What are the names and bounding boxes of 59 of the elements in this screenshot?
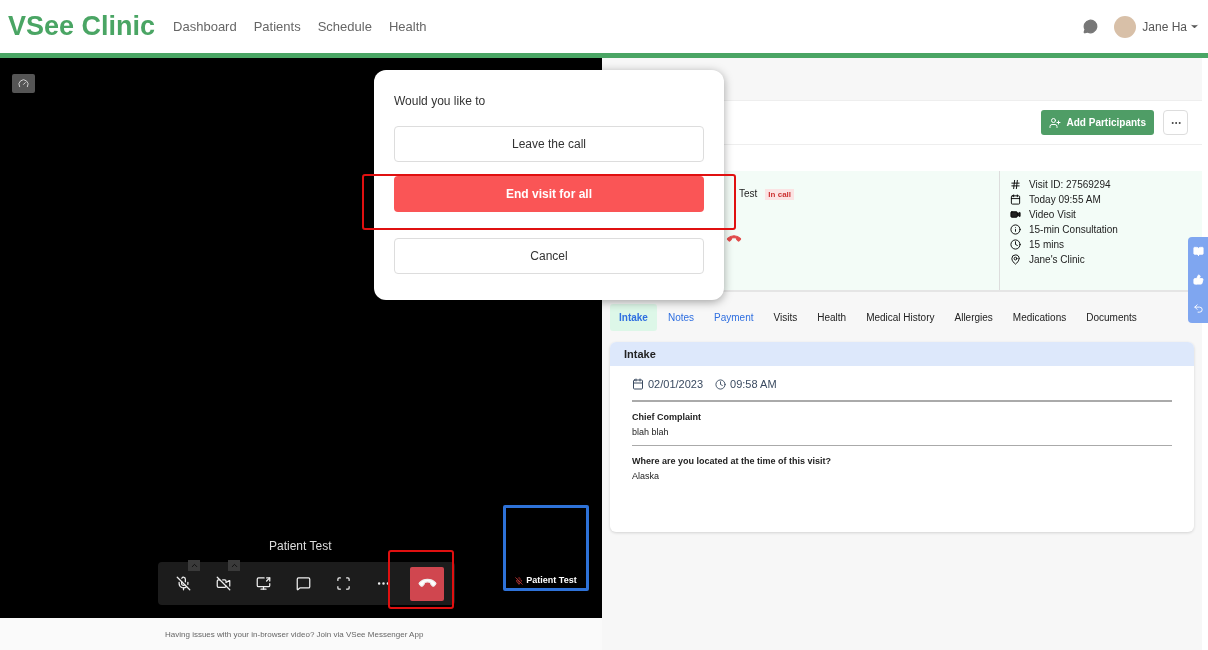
tab[interactable]: Notes bbox=[658, 303, 704, 331]
tab[interactable]: Health bbox=[808, 303, 856, 331]
muted-mic-icon bbox=[175, 576, 191, 591]
tab[interactable]: Documents bbox=[1077, 303, 1146, 331]
fullscreen-icon bbox=[335, 576, 351, 591]
map-pin-icon bbox=[1010, 254, 1021, 265]
chat-icon[interactable] bbox=[1083, 19, 1099, 34]
thumbs-icon[interactable] bbox=[1192, 274, 1204, 286]
status-badge: In call bbox=[765, 189, 795, 200]
field-value: blah blah bbox=[632, 427, 670, 437]
nav-link[interactable]: Patients bbox=[253, 19, 301, 34]
patient-name: Test bbox=[739, 188, 758, 199]
add-user-icon bbox=[1048, 116, 1061, 129]
visit-info: Visit ID: 27569294 bbox=[1029, 179, 1111, 190]
nav-link[interactable]: Dashboard bbox=[173, 19, 237, 34]
field-value: Alaska bbox=[632, 471, 660, 481]
chat-icon bbox=[295, 576, 311, 591]
calendar-icon bbox=[632, 378, 644, 390]
nav-link[interactable]: Schedule bbox=[317, 19, 372, 34]
info-icon bbox=[1010, 224, 1021, 235]
hash-icon bbox=[1010, 179, 1021, 190]
tab[interactable]: Visits bbox=[764, 303, 807, 331]
visit-info: 15 mins bbox=[1029, 239, 1064, 250]
tab[interactable]: Intake bbox=[610, 303, 657, 331]
tab[interactable]: Allergies bbox=[945, 303, 1002, 331]
add-participants-button[interactable]: Add Participants bbox=[1040, 110, 1154, 135]
clock-icon bbox=[715, 378, 727, 390]
card-title: Intake bbox=[610, 342, 1194, 366]
dialog-button[interactable]: Leave the call bbox=[394, 126, 704, 162]
clock-icon bbox=[1010, 239, 1021, 250]
video-camera-icon bbox=[1010, 209, 1021, 220]
dialog-prompt: Would you like to bbox=[394, 94, 487, 108]
tab[interactable]: Medical History bbox=[857, 303, 944, 331]
dialog-button[interactable]: End visit for all bbox=[394, 176, 704, 212]
caller-name: Patient Test bbox=[269, 539, 332, 553]
field-label: Chief Complaint bbox=[632, 412, 702, 422]
help-text: Having issues with your in-browser video? Join via VSee Messenger App bbox=[165, 629, 424, 639]
visit-info: 15-min Consultation bbox=[1029, 224, 1118, 235]
book-icon[interactable] bbox=[1192, 245, 1204, 257]
highlight-frame bbox=[388, 550, 454, 609]
gauge-icon bbox=[18, 78, 29, 89]
screen-share-icon bbox=[255, 576, 271, 591]
visit-info: Today 09:55 AM bbox=[1029, 194, 1101, 205]
dialog-button[interactable]: Cancel bbox=[394, 238, 704, 274]
self-view-label: Patient Test bbox=[526, 575, 577, 585]
intake-time: 09:58 AM bbox=[730, 378, 777, 390]
stats-button[interactable] bbox=[12, 74, 35, 93]
tab[interactable]: Medications bbox=[1003, 303, 1076, 331]
hangup-button[interactable] bbox=[410, 566, 444, 601]
calendar-icon bbox=[1010, 194, 1021, 205]
visit-info: Jane's Clinic bbox=[1029, 254, 1085, 265]
tab[interactable]: Payment bbox=[705, 303, 763, 331]
nav-link[interactable]: Health bbox=[388, 19, 427, 34]
visit-info: Video Visit bbox=[1029, 209, 1076, 220]
camera-off-icon bbox=[215, 576, 231, 591]
user-menu[interactable]: Jane Ha bbox=[1142, 19, 1187, 34]
muted-mic-icon bbox=[515, 577, 524, 585]
field-label: Where are you located at the time of this visit? bbox=[632, 456, 833, 466]
intake-date: 02/01/2023 bbox=[648, 378, 704, 390]
